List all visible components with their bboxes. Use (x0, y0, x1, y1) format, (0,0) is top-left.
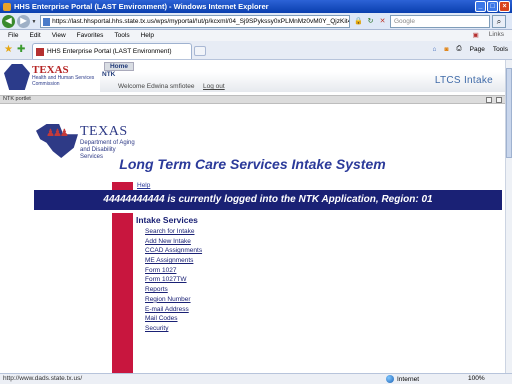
url-field[interactable]: https://last.hhsportal.hhs.state.tx.us/w… (40, 15, 350, 28)
back-button[interactable]: ◀ (2, 15, 15, 28)
scrollbar-thumb[interactable] (506, 68, 512, 158)
list-item: CCAD Assignments (145, 247, 202, 257)
zoom-level[interactable]: 100% (468, 375, 485, 382)
portlet-minimize-icon[interactable] (486, 97, 492, 103)
login-banner: 44444444444 is currently logged into the… (34, 190, 502, 210)
section-label[interactable]: NTK (102, 71, 115, 78)
print-icon[interactable]: ⎙ (456, 45, 461, 53)
link-ccad-assignments[interactable]: CCAD Assignments (145, 247, 202, 254)
security-zone: Internet (386, 375, 419, 383)
page-menu[interactable]: Page (470, 46, 485, 53)
page-content: TEXAS Health and Human Services Commissi… (0, 60, 505, 373)
toolbar-addon-icon[interactable]: ▣ (473, 31, 479, 39)
feeds-icon[interactable]: ◙ (444, 46, 448, 53)
list-item: E-mail Address (145, 306, 202, 316)
system-title: Long Term Care Services Intake System (119, 156, 386, 172)
help-accent-bar (112, 182, 133, 190)
menu-edit[interactable]: Edit (29, 32, 40, 39)
tab-active[interactable]: HHS Enterprise Portal (LAST Environment) (32, 43, 192, 59)
hhsc-logo[interactable]: TEXAS Health and Human Services Commissi… (4, 64, 100, 92)
recent-pages-dropdown[interactable]: ▼ (31, 19, 37, 25)
menu-file[interactable]: File (8, 32, 18, 39)
link-add-new-intake[interactable]: Add New Intake (145, 238, 191, 245)
logout-link[interactable]: Log out (203, 83, 225, 90)
link-email-address[interactable]: E-mail Address (145, 306, 189, 313)
link-me-assignments[interactable]: ME Assignments (145, 257, 193, 264)
tab-home[interactable]: Home (104, 62, 134, 71)
menu-help[interactable]: Help (141, 32, 154, 39)
list-item: Reports (145, 286, 202, 296)
home-icon[interactable]: ⌂ (433, 46, 437, 53)
address-bar: ◀ ▶ ▼ https://last.hhsportal.hhs.state.t… (0, 13, 512, 30)
portlet-titlebar: NTK portlet (0, 95, 505, 104)
window-title: HHS Enterprise Portal (LAST Environment)… (14, 2, 269, 11)
list-item: Search for Intake (145, 228, 202, 238)
hhsc-logo-sub: Health and Human Services Commission (32, 75, 95, 87)
favorites-star-icon[interactable]: ★ (4, 45, 13, 55)
menu-favorites[interactable]: Favorites (77, 32, 104, 39)
command-bar: ⌂ ◙ ⎙ Page Tools (433, 45, 508, 53)
refresh-icon[interactable]: ↻ (365, 16, 376, 27)
new-tab-button[interactable] (194, 46, 206, 56)
list-item: Form 1027TW (145, 276, 202, 286)
tab-bar: ★ ✚ HHS Enterprise Portal (LAST Environm… (0, 41, 512, 60)
help-link[interactable]: Help (137, 182, 150, 189)
tab-title: HHS Enterprise Portal (LAST Environment) (47, 48, 172, 55)
services-title: Intake Services (136, 215, 198, 225)
maximize-button[interactable]: □ (487, 1, 498, 12)
list-item: Mail Codes (145, 315, 202, 325)
list-item: Add New Intake (145, 238, 202, 248)
window-titlebar: HHS Enterprise Portal (LAST Environment)… (0, 0, 512, 13)
list-item: ME Assignments (145, 257, 202, 267)
menu-tools[interactable]: Tools (114, 32, 129, 39)
window-controls: _ □ × (475, 1, 510, 12)
texas-star-icon (4, 64, 30, 90)
link-reports[interactable]: Reports (145, 286, 168, 293)
tools-menu[interactable]: Tools (493, 46, 508, 53)
forward-button[interactable]: ▶ (17, 15, 30, 28)
minimize-button[interactable]: _ (475, 1, 486, 12)
status-bar: http://www.dads.state.tx.us/ Internet 10… (0, 373, 512, 384)
app-name: LTCS Intake (434, 75, 493, 86)
status-text: http://www.dads.state.tx.us/ (3, 375, 83, 382)
link-form-1027tw[interactable]: Form 1027TW (145, 276, 187, 283)
add-favorite-icon[interactable]: ✚ (17, 45, 25, 55)
link-search-for-intake[interactable]: Search for Intake (145, 228, 195, 235)
services-list: Search for Intake Add New Intake CCAD As… (145, 228, 202, 335)
tab-favicon (36, 47, 44, 56)
link-region-number[interactable]: Region Number (145, 296, 191, 303)
lock-icon[interactable]: 🔒 (353, 16, 364, 27)
list-item: Form 1027 (145, 267, 202, 277)
zone-label: Internet (397, 375, 420, 383)
menu-view[interactable]: View (52, 32, 66, 39)
links-label[interactable]: Links (489, 31, 504, 39)
search-input[interactable]: Google (390, 15, 490, 28)
menu-bar: File Edit View Favorites Tools Help ▣ Li… (0, 30, 512, 41)
link-mail-codes[interactable]: Mail Codes (145, 315, 178, 322)
search-icon[interactable]: ⌕ (492, 15, 506, 28)
list-item: Region Number (145, 296, 202, 306)
portlet-maximize-icon[interactable] (496, 97, 502, 103)
list-item: Security (145, 325, 202, 335)
people-figures-icon: ♟♟♟ (46, 128, 69, 139)
portlet-title: NTK portlet (3, 96, 31, 102)
portal-header: TEXAS Health and Human Services Commissi… (0, 60, 505, 94)
close-button[interactable]: × (499, 1, 510, 12)
welcome-text: Welcome Edwina smfiotee (118, 83, 195, 90)
link-form-1027[interactable]: Form 1027 (145, 267, 176, 274)
services-accent-stripe (112, 213, 133, 373)
vertical-scrollbar[interactable] (505, 60, 512, 373)
page-icon (43, 17, 51, 26)
ie-icon (3, 2, 11, 11)
url-text: https://last.hhsportal.hhs.state.tx.us/w… (52, 18, 349, 25)
stop-icon[interactable]: ✕ (377, 16, 388, 27)
link-security[interactable]: Security (145, 325, 168, 332)
dads-logo-word: TEXAS (80, 124, 128, 139)
globe-icon (386, 375, 394, 383)
